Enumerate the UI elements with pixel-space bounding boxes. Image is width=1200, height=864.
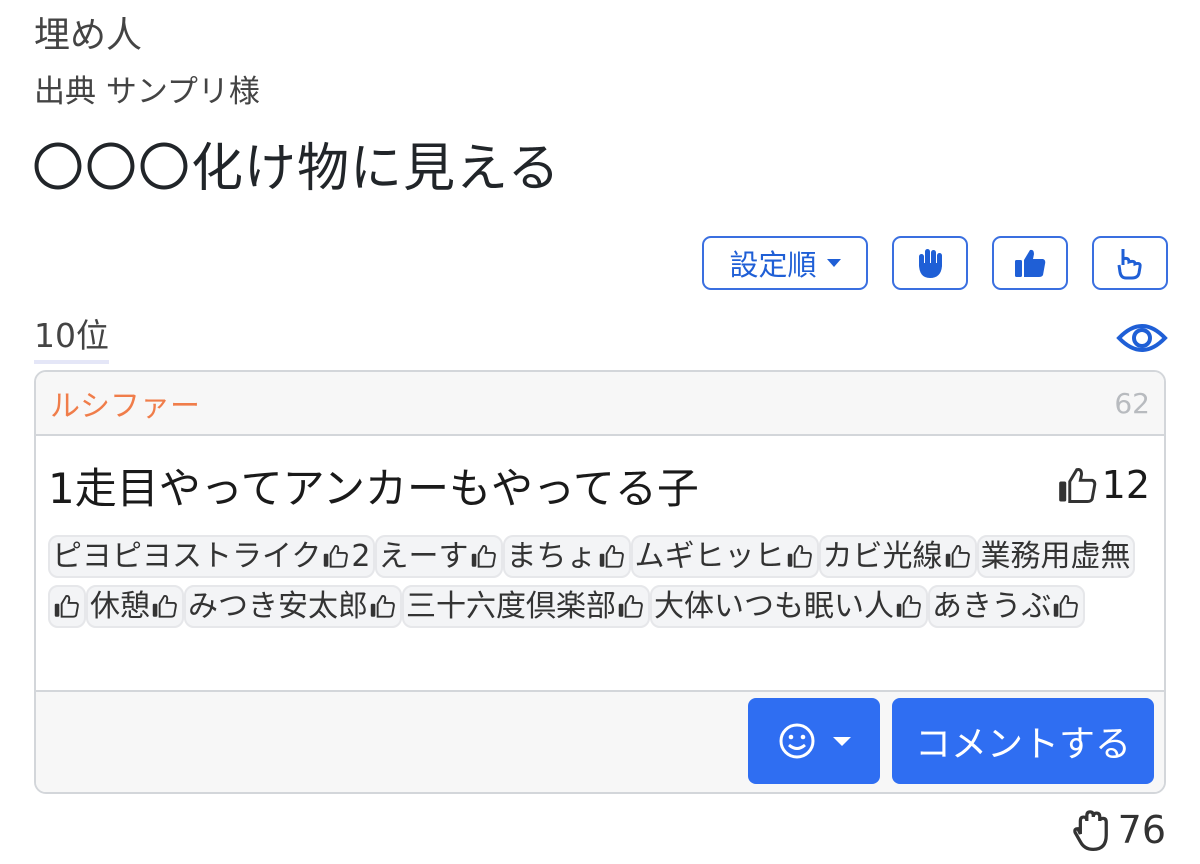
answer-text: 1走目やってアンカーもやってる子 [48, 463, 699, 513]
voter-chip[interactable]: カビ光線 [818, 535, 977, 578]
voter-chip[interactable]: 大体いつも眠い人 [650, 585, 928, 628]
thumbs-up-icon [597, 539, 627, 574]
voter-chip[interactable]: 休憩 [86, 585, 184, 628]
source-label: 出典 サンプリ様 [34, 74, 260, 110]
sort-label: 設定順 [729, 248, 817, 282]
like-count-value: 12 [1101, 463, 1150, 507]
voter-list: ピヨピヨストライク 2 えーす まちょ ムギヒッヒ カビ光線 業務用虚無休憩 みつき安太郎 三十… [48, 532, 1150, 632]
voter-chip[interactable]: あきうぶ [928, 585, 1086, 628]
chevron-down-icon [826, 259, 841, 267]
smiley-icon [779, 723, 815, 759]
thumbs-up-icon [321, 539, 351, 574]
hand-count-value: 76 [1117, 808, 1166, 852]
emoji-reaction-button[interactable] [748, 698, 880, 784]
voter-name: ムギヒッヒ [634, 539, 785, 574]
thumbs-up-outline-icon [1058, 468, 1096, 503]
voter-name: 休憩 [90, 589, 150, 624]
hand-filter-button[interactable] [892, 236, 968, 290]
voter-name: えーす [378, 539, 469, 574]
hand-icon [919, 249, 942, 278]
answer-card-header: ルシファー 62 [36, 372, 1164, 436]
thumbs-up-icon [616, 589, 646, 624]
sort-dropdown-button[interactable]: 設定順 [702, 236, 868, 290]
voter-name: カビ光線 [822, 539, 943, 574]
thumbs-up-icon [943, 539, 973, 574]
thumbs-up-icon [1051, 589, 1081, 624]
thumbs-up-icon [894, 589, 924, 624]
toolbar: 設定順 [702, 236, 1168, 290]
voter-like-count: 2 [351, 539, 371, 574]
voter-name: 大体いつも眠い人 [654, 589, 894, 624]
pointing-hand-filter-button[interactable] [1092, 236, 1168, 290]
author-points: 62 [1114, 386, 1150, 420]
thumbs-up-icon [52, 589, 82, 624]
chevron-down-icon [833, 736, 851, 746]
thumbs-up-filter-button[interactable] [992, 236, 1068, 290]
voter-chip[interactable]: えーす [374, 535, 503, 578]
thumbs-up-icon [150, 589, 180, 624]
voter-name: 三十六度倶楽部 [406, 589, 616, 624]
author-name[interactable]: ルシファー [50, 381, 200, 425]
hand-outline-icon [1072, 810, 1108, 852]
odai-title: 〇〇〇化け物に見える [32, 139, 561, 199]
thumbs-up-icon [785, 539, 815, 574]
eye-icon[interactable] [1116, 316, 1168, 360]
voter-name: みつき安太郎 [188, 589, 368, 624]
voter-chip[interactable]: みつき安太郎 [184, 585, 402, 628]
voter-name: 業務用虚無 [980, 539, 1131, 574]
voter-chip[interactable]: ピヨピヨストライク 2 [48, 535, 375, 578]
thumbs-up-icon [469, 539, 499, 574]
voter-chip[interactable]: まちょ [502, 535, 631, 578]
thumbs-up-icon [368, 589, 398, 624]
answer-card: ルシファー 62 1走目やってアンカーもやってる子 12 ピヨピヨストライク 2 え… [34, 370, 1166, 794]
voter-name: ピヨピヨストライク [52, 539, 322, 574]
pointing-hand-icon [1117, 249, 1142, 280]
voter-name: まちょ [506, 539, 597, 574]
voter-chip[interactable]: 三十六度倶楽部 [402, 585, 650, 628]
rank-label: 10位 [34, 316, 109, 364]
answer-card-body: 1走目やってアンカーもやってる子 12 ピヨピヨストライク 2 えーす まちょ ムギヒッ… [36, 436, 1164, 690]
genre-label: 埋め人 [34, 15, 143, 56]
voter-name: あきうぶ [932, 589, 1052, 624]
hand-count: 76 [1070, 808, 1166, 852]
answer-card-footer: コメントする [36, 690, 1164, 792]
thumbs-up-icon [1015, 249, 1046, 277]
comment-button[interactable]: コメントする [892, 698, 1154, 784]
voter-chip[interactable]: ムギヒッヒ [630, 535, 819, 578]
like-count: 12 [1056, 463, 1150, 507]
